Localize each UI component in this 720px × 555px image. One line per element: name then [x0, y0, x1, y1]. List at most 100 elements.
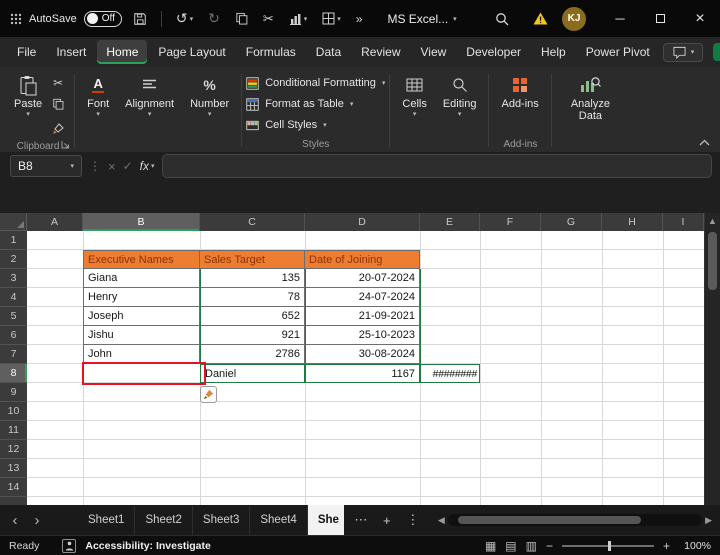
chart-icon[interactable]: ▾	[285, 10, 312, 28]
scroll-up-icon[interactable]: ▲	[705, 213, 720, 229]
sheet-nav-right-icon[interactable]: ›	[30, 512, 44, 529]
cell-c4[interactable]: 78	[200, 288, 305, 307]
column-header-b[interactable]: B	[83, 213, 200, 231]
column-header-h[interactable]: H	[602, 213, 663, 231]
cell-b3[interactable]: Giana	[83, 269, 200, 288]
column-header-c[interactable]: C	[200, 213, 305, 231]
search-icon[interactable]	[481, 12, 523, 26]
tab-power-pivot[interactable]: Power Pivot	[577, 40, 659, 64]
alignment-button[interactable]: Alignment ▾	[117, 69, 182, 152]
worksheet[interactable]: A B C D E F G H I 1 2 3 4 5 6 7 8 9 10	[0, 213, 704, 505]
cell-c5[interactable]: 652	[200, 307, 305, 326]
view-page-layout-icon[interactable]: ▤	[505, 539, 516, 553]
tab-developer[interactable]: Developer	[457, 40, 530, 64]
name-box[interactable]: B8 ▾	[10, 155, 82, 177]
sheet-menu-icon[interactable]: ⋮	[404, 512, 422, 528]
row-header-12[interactable]: 12	[0, 440, 27, 459]
horizontal-scroll-thumb[interactable]	[458, 516, 641, 524]
cell-styles-button[interactable]: Cell Styles ▾	[246, 116, 385, 134]
sheet-tab-sheet1[interactable]: Sheet1	[78, 505, 135, 535]
row-header-14[interactable]: 14	[0, 478, 27, 497]
cells-button[interactable]: Cells ▾	[394, 69, 434, 152]
cell-e8[interactable]: ########	[420, 364, 480, 383]
row-header-4[interactable]: 4	[0, 288, 27, 307]
add-sheet-button[interactable]: +	[378, 513, 396, 528]
vertical-scroll-thumb[interactable]	[708, 232, 717, 290]
more-commands-icon[interactable]: »	[352, 9, 367, 29]
cell-d8[interactable]: 1167	[305, 364, 420, 383]
autosave-toggle[interactable]: Off	[84, 11, 122, 27]
tab-insert[interactable]: Insert	[47, 40, 95, 64]
column-header-g[interactable]: G	[541, 213, 602, 231]
cell-c8[interactable]: Daniel	[200, 364, 305, 383]
scroll-left-icon[interactable]: ◀	[438, 515, 445, 526]
cell-c7[interactable]: 2786	[200, 345, 305, 364]
cell-c3[interactable]: 135	[200, 269, 305, 288]
font-button[interactable]: A Font ▾	[79, 69, 117, 152]
close-button[interactable]: ×	[680, 0, 720, 37]
active-cell-b8-red-border[interactable]	[82, 362, 206, 385]
zoom-slider[interactable]	[562, 545, 654, 547]
warning-icon[interactable]	[523, 12, 558, 25]
borders-icon[interactable]: ▾	[318, 9, 345, 28]
cell-d5[interactable]: 21-09-2021	[305, 307, 420, 326]
sheet-tab-sheet3[interactable]: Sheet3	[193, 505, 250, 535]
cancel-icon[interactable]: ×	[108, 159, 116, 174]
zoom-out-icon[interactable]: −	[546, 539, 553, 553]
formula-input[interactable]	[162, 154, 712, 178]
cell-b6[interactable]: Jishu	[83, 326, 200, 345]
row-header-6[interactable]: 6	[0, 326, 27, 345]
cell-d2[interactable]: Date of Joining	[305, 250, 420, 269]
enter-icon[interactable]: ✓	[123, 159, 133, 173]
format-painter-icon[interactable]	[52, 122, 64, 140]
row-header-5[interactable]: 5	[0, 307, 27, 326]
accessibility-status[interactable]: Accessibility: Investigate	[85, 540, 210, 552]
format-options-smart-tag[interactable]	[200, 386, 217, 403]
row-header-8[interactable]: 8	[0, 364, 27, 383]
undo-caret-icon[interactable]: ▾	[190, 15, 194, 23]
format-as-table-button[interactable]: Format as Table ▾	[246, 95, 385, 113]
tab-view[interactable]: View	[412, 40, 456, 64]
paste-button[interactable]: Paste ▾	[6, 69, 50, 117]
tab-review[interactable]: Review	[352, 40, 409, 64]
cell-d3[interactable]: 20-07-2024	[305, 269, 420, 288]
copy-icon[interactable]	[231, 9, 252, 28]
editing-button[interactable]: Editing ▾	[435, 69, 485, 152]
clipboard-dialog-launcher[interactable]	[61, 140, 70, 149]
sheet-nav-left-icon[interactable]: ‹	[8, 512, 22, 529]
vertical-scrollbar[interactable]: ▲	[704, 213, 720, 505]
cell-c6[interactable]: 921	[200, 326, 305, 345]
sheet-tab-sheet4[interactable]: Sheet4	[250, 505, 307, 535]
row-header-2[interactable]: 2	[0, 250, 27, 269]
scroll-right-icon[interactable]: ▶	[705, 515, 712, 526]
minimize-button[interactable]: ─	[600, 0, 640, 37]
save-icon[interactable]	[129, 9, 151, 29]
collapse-ribbon-icon[interactable]	[699, 139, 710, 146]
analyze-data-button[interactable]: Analyze Data	[556, 69, 624, 152]
column-header-i[interactable]: I	[663, 213, 704, 231]
conditional-formatting-button[interactable]: Conditional Formatting ▾	[246, 74, 385, 92]
add-ins-button[interactable]: Add-ins	[493, 69, 546, 110]
zoom-slider-thumb[interactable]	[608, 541, 611, 551]
cell-grid[interactable]: Executive Names Sales Target Date of Joi…	[27, 231, 704, 505]
sheet-tab-active[interactable]: She	[308, 505, 344, 535]
row-header-1[interactable]: 1	[0, 231, 27, 250]
user-avatar[interactable]: KJ	[562, 7, 586, 31]
tab-formulas[interactable]: Formulas	[237, 40, 305, 64]
formula-bar-grip[interactable]: ⋮	[89, 159, 101, 173]
cell-d6[interactable]: 25-10-2023	[305, 326, 420, 345]
tab-home[interactable]: Home	[97, 40, 147, 64]
cell-d7[interactable]: 30-08-2024	[305, 345, 420, 364]
row-header-13[interactable]: 13	[0, 459, 27, 478]
column-header-d[interactable]: D	[305, 213, 420, 231]
row-header-10[interactable]: 10	[0, 402, 27, 421]
horizontal-scrollbar[interactable]: ◀ ▶	[438, 514, 712, 526]
column-header-a[interactable]: A	[27, 213, 83, 231]
cell-b5[interactable]: Joseph	[83, 307, 200, 326]
zoom-in-icon[interactable]: +	[663, 539, 670, 553]
undo-icon[interactable]: ↺▾	[172, 7, 197, 30]
copy-icon[interactable]	[52, 97, 64, 115]
row-header-3[interactable]: 3	[0, 269, 27, 288]
view-page-break-icon[interactable]: ▥	[526, 539, 537, 553]
column-header-e[interactable]: E	[420, 213, 480, 231]
